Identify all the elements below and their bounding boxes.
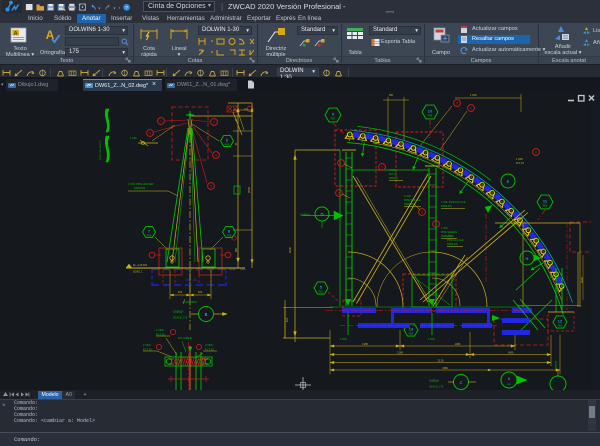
svg-text:4 PFE: 4 PFE: [428, 338, 435, 341]
svg-text:PLT 20: PLT 20: [389, 173, 397, 176]
svg-text:SCALE 1:75: SCALE 1:75: [429, 385, 444, 389]
svg-text:DW6LDN: DW6LDN: [404, 203, 415, 206]
svg-text:R01: R01: [319, 290, 324, 294]
svg-text:R08: R08: [227, 234, 232, 238]
svg-text:4380: 4380: [442, 366, 448, 370]
svg-text:DW6LD: DW6LD: [389, 177, 398, 180]
svg-text:EL +133.600: EL +133.600: [133, 264, 148, 267]
svg-text:8: 8: [228, 229, 231, 234]
svg-text:R08: R08: [428, 114, 433, 118]
svg-text:9: 9: [456, 102, 458, 106]
svg-text:400: 400: [178, 290, 183, 294]
svg-text:1: 1: [160, 120, 162, 124]
svg-text:2 OFF: 2 OFF: [447, 235, 455, 238]
svg-text:2: 2: [340, 162, 342, 166]
svg-text:180: 180: [235, 247, 238, 252]
svg-text:5: 5: [210, 185, 212, 189]
svg-text:PIPE SLA CLE: PIPE SLA CLE: [447, 239, 464, 242]
svg-text:H: H: [526, 256, 529, 261]
svg-text:E: E: [507, 179, 510, 184]
svg-text:?: ?: [125, 5, 128, 11]
svg-text:GUARDRAIL: GUARDRAIL: [183, 301, 198, 304]
svg-text:4: 4: [421, 211, 423, 215]
svg-text:1 OFF PIPE HOLDER: 1 OFF PIPE HOLDER: [128, 182, 154, 186]
svg-text:10: 10: [428, 109, 433, 114]
svg-text:R08: R08: [225, 143, 230, 147]
svg-text:1 OFF: 1 OFF: [470, 94, 478, 97]
svg-text:1 OFF: 1 OFF: [441, 227, 449, 230]
svg-text:400: 400: [507, 384, 511, 386]
svg-text:4000: 4000: [580, 276, 584, 283]
svg-text:DW6LDN: DW6LDN: [441, 205, 452, 208]
svg-text:4: 4: [215, 154, 217, 158]
svg-text:1 OFF PIPE DLA CLE: 1 OFF PIPE DLA CLE: [441, 201, 466, 204]
svg-text:1380: 1380: [455, 342, 461, 346]
svg-text:A: A: [14, 31, 18, 37]
svg-text:2 OFF: 2 OFF: [143, 343, 151, 347]
svg-text:•: •: [119, 5, 121, 10]
svg-text:6: 6: [226, 138, 229, 143]
svg-text:7: 7: [148, 229, 151, 234]
svg-text:SCALE 1:75: SCALE 1:75: [173, 316, 188, 320]
svg-text:R02: R02: [558, 324, 563, 328]
svg-text:PIPE SLEEVE: PIPE SLEEVE: [441, 231, 457, 234]
svg-text:DW6LDN: DW6LDN: [447, 243, 458, 246]
svg-text:1380: 1380: [362, 342, 368, 346]
svg-text:1380: 1380: [397, 350, 403, 354]
svg-text:1450: 1450: [508, 350, 514, 354]
svg-text:4 PFE: 4 PFE: [340, 338, 347, 341]
svg-text:2 OFF: 2 OFF: [156, 328, 164, 332]
svg-text:2 OFF: 2 OFF: [205, 343, 213, 347]
svg-text:400: 400: [198, 290, 203, 294]
svg-text:7: 7: [435, 223, 437, 227]
svg-text:5: 5: [320, 285, 323, 290]
svg-text:PIPE SLA CLE: PIPE SLA CLE: [404, 199, 421, 202]
svg-text:ELECTING NORTH: ELECTING NORTH: [100, 140, 102, 160]
svg-text:VIEW: VIEW: [429, 379, 439, 383]
svg-text:11: 11: [543, 199, 548, 204]
svg-text:1 OFF: 1 OFF: [516, 158, 524, 161]
svg-text:2: 2: [213, 121, 215, 125]
svg-text:▾: ▾: [98, 5, 100, 10]
svg-text:LEVEL 1: LEVEL 1: [133, 271, 143, 274]
svg-text:12: 12: [558, 319, 563, 324]
svg-text:1 OFF: 1 OFF: [389, 169, 397, 172]
svg-text:2 OFF: 2 OFF: [404, 195, 412, 198]
svg-text:HV CABLE: HV CABLE: [178, 336, 192, 340]
svg-text:2930: 2930: [288, 246, 292, 253]
svg-text:2130: 2130: [438, 358, 444, 362]
svg-text:8: 8: [535, 151, 537, 155]
svg-text:6: 6: [508, 377, 510, 381]
svg-text:DW6LDN: DW6LDN: [134, 186, 145, 190]
svg-text:R06: R06: [409, 332, 414, 336]
svg-text:2: 2: [470, 107, 472, 111]
svg-text:PLT 16: PLT 16: [516, 162, 524, 165]
svg-text:4 OFF: 4 OFF: [130, 137, 137, 140]
svg-text:3: 3: [381, 166, 383, 170]
svg-text:6: 6: [338, 192, 340, 196]
svg-text:R08: R08: [147, 234, 152, 238]
svg-text:650: 650: [389, 94, 394, 97]
svg-text:C: C: [460, 380, 463, 385]
svg-text:40: 40: [235, 142, 238, 145]
svg-text:2930: 2930: [247, 186, 251, 193]
svg-text:400: 400: [285, 317, 289, 322]
svg-text:R05: R05: [543, 204, 548, 208]
svg-text:VIEW: VIEW: [173, 310, 183, 314]
svg-text:R07: R07: [331, 117, 336, 121]
svg-text:SOUTH: SOUTH: [556, 361, 558, 369]
svg-text:D: D: [320, 212, 323, 217]
svg-text:▾: ▾: [113, 5, 115, 10]
svg-text:VIEW: VIEW: [300, 213, 310, 217]
svg-text:3: 3: [149, 132, 151, 136]
svg-text:9: 9: [332, 112, 335, 117]
svg-text:B: B: [205, 312, 208, 317]
